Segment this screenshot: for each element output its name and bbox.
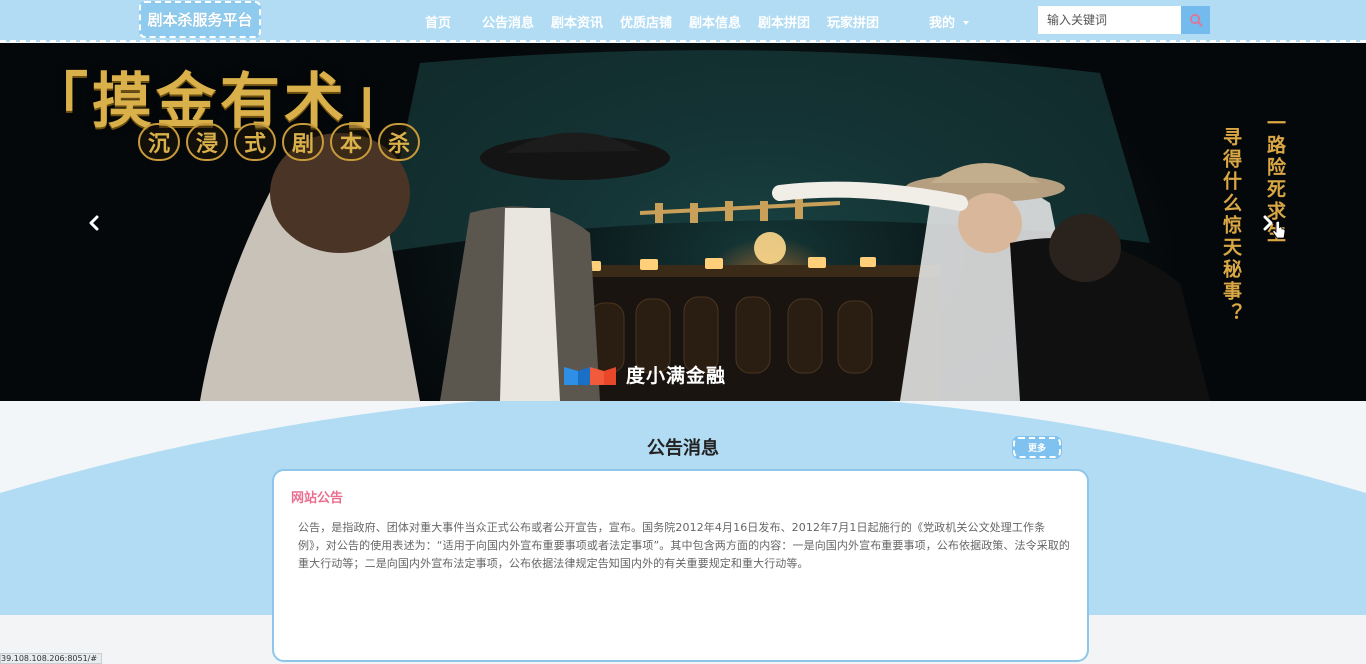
banner-subtitle-char: 沉 xyxy=(138,123,180,161)
nav-player-group[interactable]: 玩家拼团 xyxy=(827,12,879,31)
banner-subtitle-char: 本 xyxy=(330,123,372,161)
notice-card-body: 公告，是指政府、团体对重大事件当众正式公布或者公开宣告，宣布。国务院2012年4… xyxy=(298,521,1070,570)
banner-subtitle-char: 杀 xyxy=(378,123,420,161)
banner-vertical-text-left: 寻得什么惊天秘事？ xyxy=(1220,127,1242,325)
notice-section-title: 公告消息 xyxy=(647,438,719,459)
more-button[interactable]: 更多 xyxy=(1013,437,1061,458)
status-bar-url: 39.108.108.206:8051/# xyxy=(0,653,103,664)
chevron-left-icon xyxy=(89,215,99,231)
nav-mine-dropdown[interactable]: 我的 xyxy=(929,12,970,31)
nav-script-news[interactable]: 剧本资讯 xyxy=(551,12,603,31)
top-navbar: 剧本杀服务平台 首页 公告消息 剧本资讯 优质店铺 剧本信息 剧本拼团 玩家拼团… xyxy=(0,0,1366,42)
nav-script-group[interactable]: 剧本拼团 xyxy=(758,12,810,31)
search-input[interactable] xyxy=(1038,6,1181,34)
banner-brand: 度小满金融 xyxy=(564,361,726,388)
notice-card[interactable]: 网站公告 公告，是指政府、团体对重大事件当众正式公布或者公开宣告，宣布。国务院2… xyxy=(272,469,1089,662)
banner-subtitle-char: 式 xyxy=(234,123,276,161)
banner-subtitle-char: 浸 xyxy=(186,123,228,161)
search-icon xyxy=(1189,14,1202,27)
notice-card-heading: 网站公告 xyxy=(291,491,344,506)
caret-down-icon xyxy=(963,20,970,25)
site-logo[interactable]: 剧本杀服务平台 xyxy=(139,1,261,38)
banner-subtitle: 沉 浸 式 剧 本 杀 xyxy=(138,123,420,161)
search-button[interactable] xyxy=(1181,6,1210,34)
carousel-prev-button[interactable] xyxy=(82,211,106,235)
banner-subtitle-char: 剧 xyxy=(282,123,324,161)
mouse-cursor-icon xyxy=(1272,221,1286,239)
nav-home[interactable]: 首页 xyxy=(425,12,451,31)
nav-announcements[interactable]: 公告消息 xyxy=(482,12,534,31)
brand-logo-icon xyxy=(564,366,616,385)
nav-script-info[interactable]: 剧本信息 xyxy=(689,12,741,31)
banner-carousel[interactable]: 「摸金有术」 沉 浸 式 剧 本 杀 一路险死求生 寻得什么惊天秘事？ 度小满金… xyxy=(0,43,1366,401)
nav-mine-label: 我的 xyxy=(929,16,956,31)
banner-brand-name: 度小满金融 xyxy=(626,365,727,387)
nav-quality-shops[interactable]: 优质店铺 xyxy=(620,12,672,31)
